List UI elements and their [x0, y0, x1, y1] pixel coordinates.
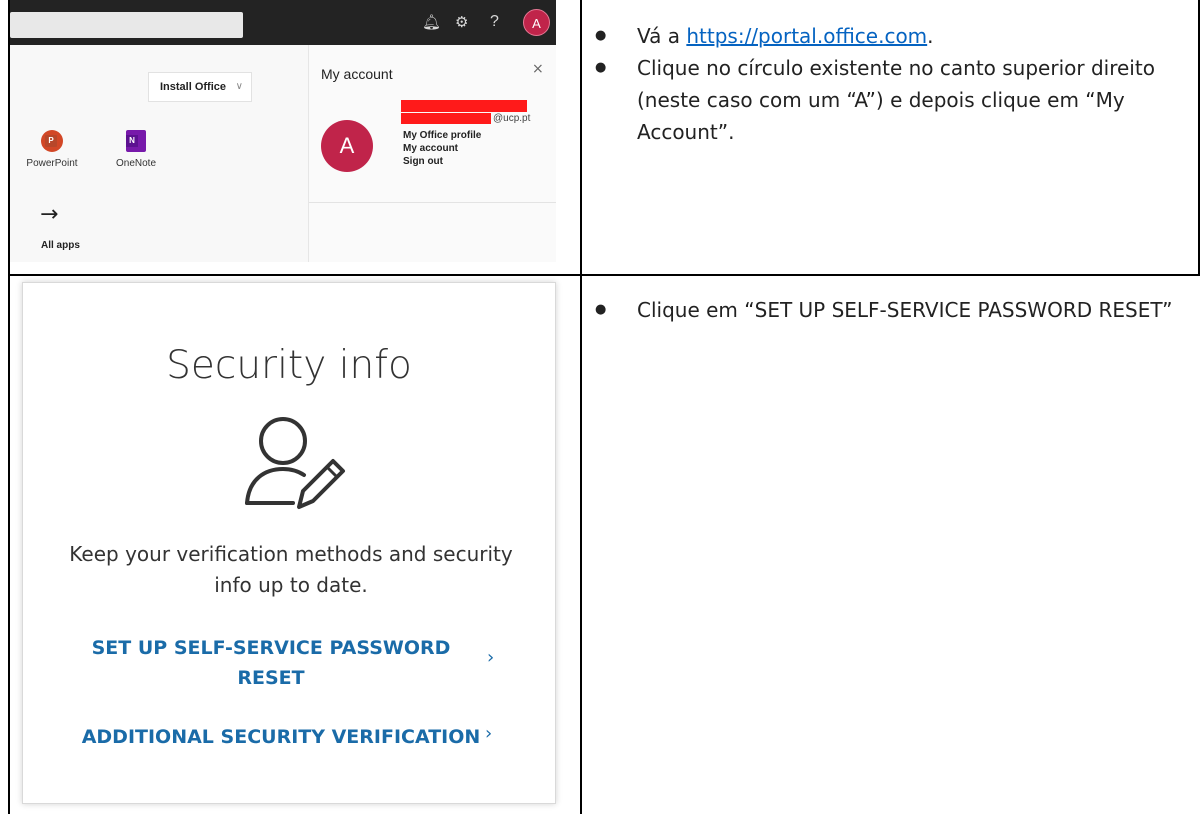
- instruction-step-1: Vá a https://portal.office.com.: [595, 20, 1195, 52]
- my-account-link[interactable]: My account: [403, 143, 458, 154]
- chevron-right-icon[interactable]: ›: [485, 723, 492, 744]
- redacted-name: [401, 100, 527, 112]
- install-office-button[interactable]: Install Office ∨: [148, 72, 252, 102]
- close-icon[interactable]: ×: [532, 61, 544, 77]
- account-panel-title: My account: [321, 66, 393, 82]
- divider: [309, 202, 556, 203]
- table-row-divider: [8, 274, 1200, 276]
- chevron-right-icon[interactable]: ›: [487, 647, 494, 668]
- avatar[interactable]: A: [523, 9, 550, 36]
- setup-sspr-link[interactable]: SET UP SELF-SERVICE PASSWORD RESET: [85, 633, 457, 693]
- search-input[interactable]: [10, 12, 243, 38]
- portal-office-link[interactable]: https://portal.office.com: [686, 24, 927, 48]
- app-tile-powerpoint[interactable]: P PowerPoint: [22, 130, 82, 169]
- user-edit-icon: [245, 417, 345, 509]
- security-info-card: Security info Keep your verification met…: [22, 282, 556, 804]
- sign-out-link[interactable]: Sign out: [403, 156, 443, 167]
- instruction-step-2: Clique no círculo existente no canto sup…: [595, 52, 1195, 148]
- step1-prefix: Vá a: [637, 24, 687, 48]
- my-office-profile-link[interactable]: My Office profile: [403, 130, 481, 141]
- instruction-step-3: Clique em “SET UP SELF-SERVICE PASSWORD …: [595, 294, 1195, 326]
- chevron-down-icon: ∨: [235, 81, 243, 92]
- account-avatar: A: [321, 120, 373, 172]
- my-account-panel: My account × A @ucp.pt My Office profile…: [308, 45, 556, 262]
- office-topbar: 🔔︎ ⚙︎ ? A: [10, 0, 556, 45]
- powerpoint-icon: P: [41, 130, 63, 152]
- instructions-list-2: Clique em “SET UP SELF-SERVICE PASSWORD …: [595, 294, 1195, 326]
- bell-icon[interactable]: 🔔︎: [422, 12, 441, 32]
- arrow-right-icon[interactable]: →: [40, 202, 58, 227]
- step1-suffix: .: [927, 24, 934, 48]
- onenote-icon-letter: N: [126, 135, 138, 147]
- onenote-icon: N: [126, 130, 146, 152]
- help-icon[interactable]: ?: [490, 12, 499, 32]
- app-tile-label: OneNote: [115, 158, 157, 169]
- redacted-email: [401, 113, 491, 124]
- table-border-middle: [580, 0, 582, 814]
- instructions-list-1: Vá a https://portal.office.com. Clique n…: [595, 20, 1195, 148]
- install-office-label: Install Office: [160, 81, 227, 93]
- security-info-description: Keep your verification methods and secur…: [69, 542, 513, 597]
- app-tile-onenote[interactable]: N OneNote: [106, 130, 166, 169]
- email-domain: @ucp.pt: [493, 113, 531, 124]
- office-portal-screenshot: 🔔︎ ⚙︎ ? A Install Office ∨ P PowerPoint …: [10, 0, 556, 262]
- security-info-title: Security info: [166, 343, 412, 388]
- additional-verification-link[interactable]: ADDITIONAL SECURITY VERIFICATION: [81, 722, 481, 752]
- gear-icon[interactable]: ⚙︎: [455, 12, 468, 32]
- app-tile-label: PowerPoint: [26, 158, 78, 169]
- all-apps-link[interactable]: All apps: [41, 240, 80, 251]
- powerpoint-icon-letter: P: [45, 135, 57, 147]
